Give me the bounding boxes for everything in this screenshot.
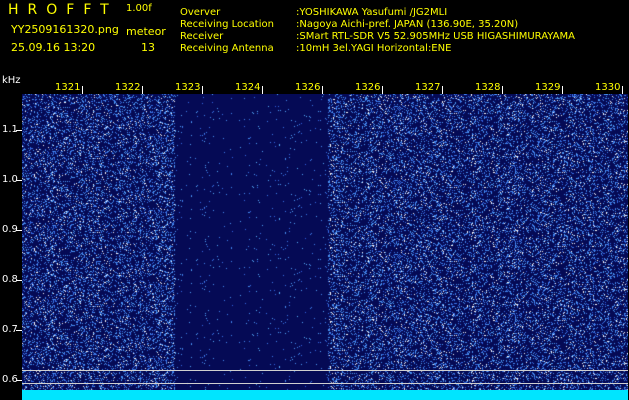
- x-tick: [502, 86, 503, 94]
- x-tick-label: 1322: [115, 82, 141, 93]
- y-tick: [16, 230, 22, 231]
- y-tick: [16, 380, 22, 381]
- app-brand: HROFFT: [8, 2, 118, 18]
- info-label-observer: Overver: [180, 7, 221, 18]
- app-version: 1.00f: [126, 3, 152, 14]
- x-tick-label: 1329: [535, 82, 561, 93]
- x-tick-label: 1328: [475, 82, 501, 93]
- y-tick: [16, 330, 22, 331]
- x-tick-label: 1326: [295, 82, 321, 93]
- x-tick: [262, 86, 263, 94]
- info-value-location: :Nagoya Aichi-pref. JAPAN (136.90E, 35.2…: [296, 19, 519, 30]
- file-name: YY2509161320.png: [11, 23, 119, 36]
- x-tick-label: 1324: [235, 82, 261, 93]
- capture-datetime: 25.09.16 13:20: [11, 41, 96, 54]
- x-tick: [322, 86, 323, 94]
- x-tick: [202, 86, 203, 94]
- info-label-antenna: Receiving Antenna: [180, 43, 274, 54]
- x-tick-label: 1326: [355, 82, 381, 93]
- meteor-count: 13: [141, 41, 155, 54]
- x-tick: [442, 86, 443, 94]
- y-tick: [16, 180, 22, 181]
- info-label-receiver: Receiver: [180, 31, 224, 42]
- info-value-observer: :YOSHIKAWA Yasufumi /JG2MLI: [296, 7, 448, 18]
- x-tick: [82, 86, 83, 94]
- info-value-antenna: :10mH 3el.YAGI Horizontal:ENE: [296, 43, 452, 54]
- x-tick: [622, 86, 623, 94]
- signal-level-bar: [22, 390, 628, 400]
- x-tick-label: 1323: [175, 82, 201, 93]
- meteor-label: meteor: [126, 25, 166, 38]
- spectrogram: [22, 94, 628, 400]
- reference-line-upper: [22, 370, 628, 371]
- y-tick: [16, 130, 22, 131]
- hrofft-window: HROFFT 1.00f YY2509161320.png 25.09.16 1…: [0, 0, 629, 400]
- spectrogram-noise: [22, 94, 628, 400]
- x-tick: [142, 86, 143, 94]
- y-axis-unit: kHz: [2, 75, 21, 86]
- x-tick: [562, 86, 563, 94]
- x-tick-label: 1330: [595, 82, 621, 93]
- info-label-location: Receiving Location: [180, 19, 274, 30]
- info-value-receiver: :SMart RTL-SDR V5 52.905MHz USB HIGASHIM…: [296, 31, 575, 42]
- x-tick-label: 1327: [415, 82, 441, 93]
- x-tick-label: 1321: [55, 82, 81, 93]
- reference-line-lower: [22, 383, 628, 384]
- x-tick: [382, 86, 383, 94]
- y-tick: [16, 280, 22, 281]
